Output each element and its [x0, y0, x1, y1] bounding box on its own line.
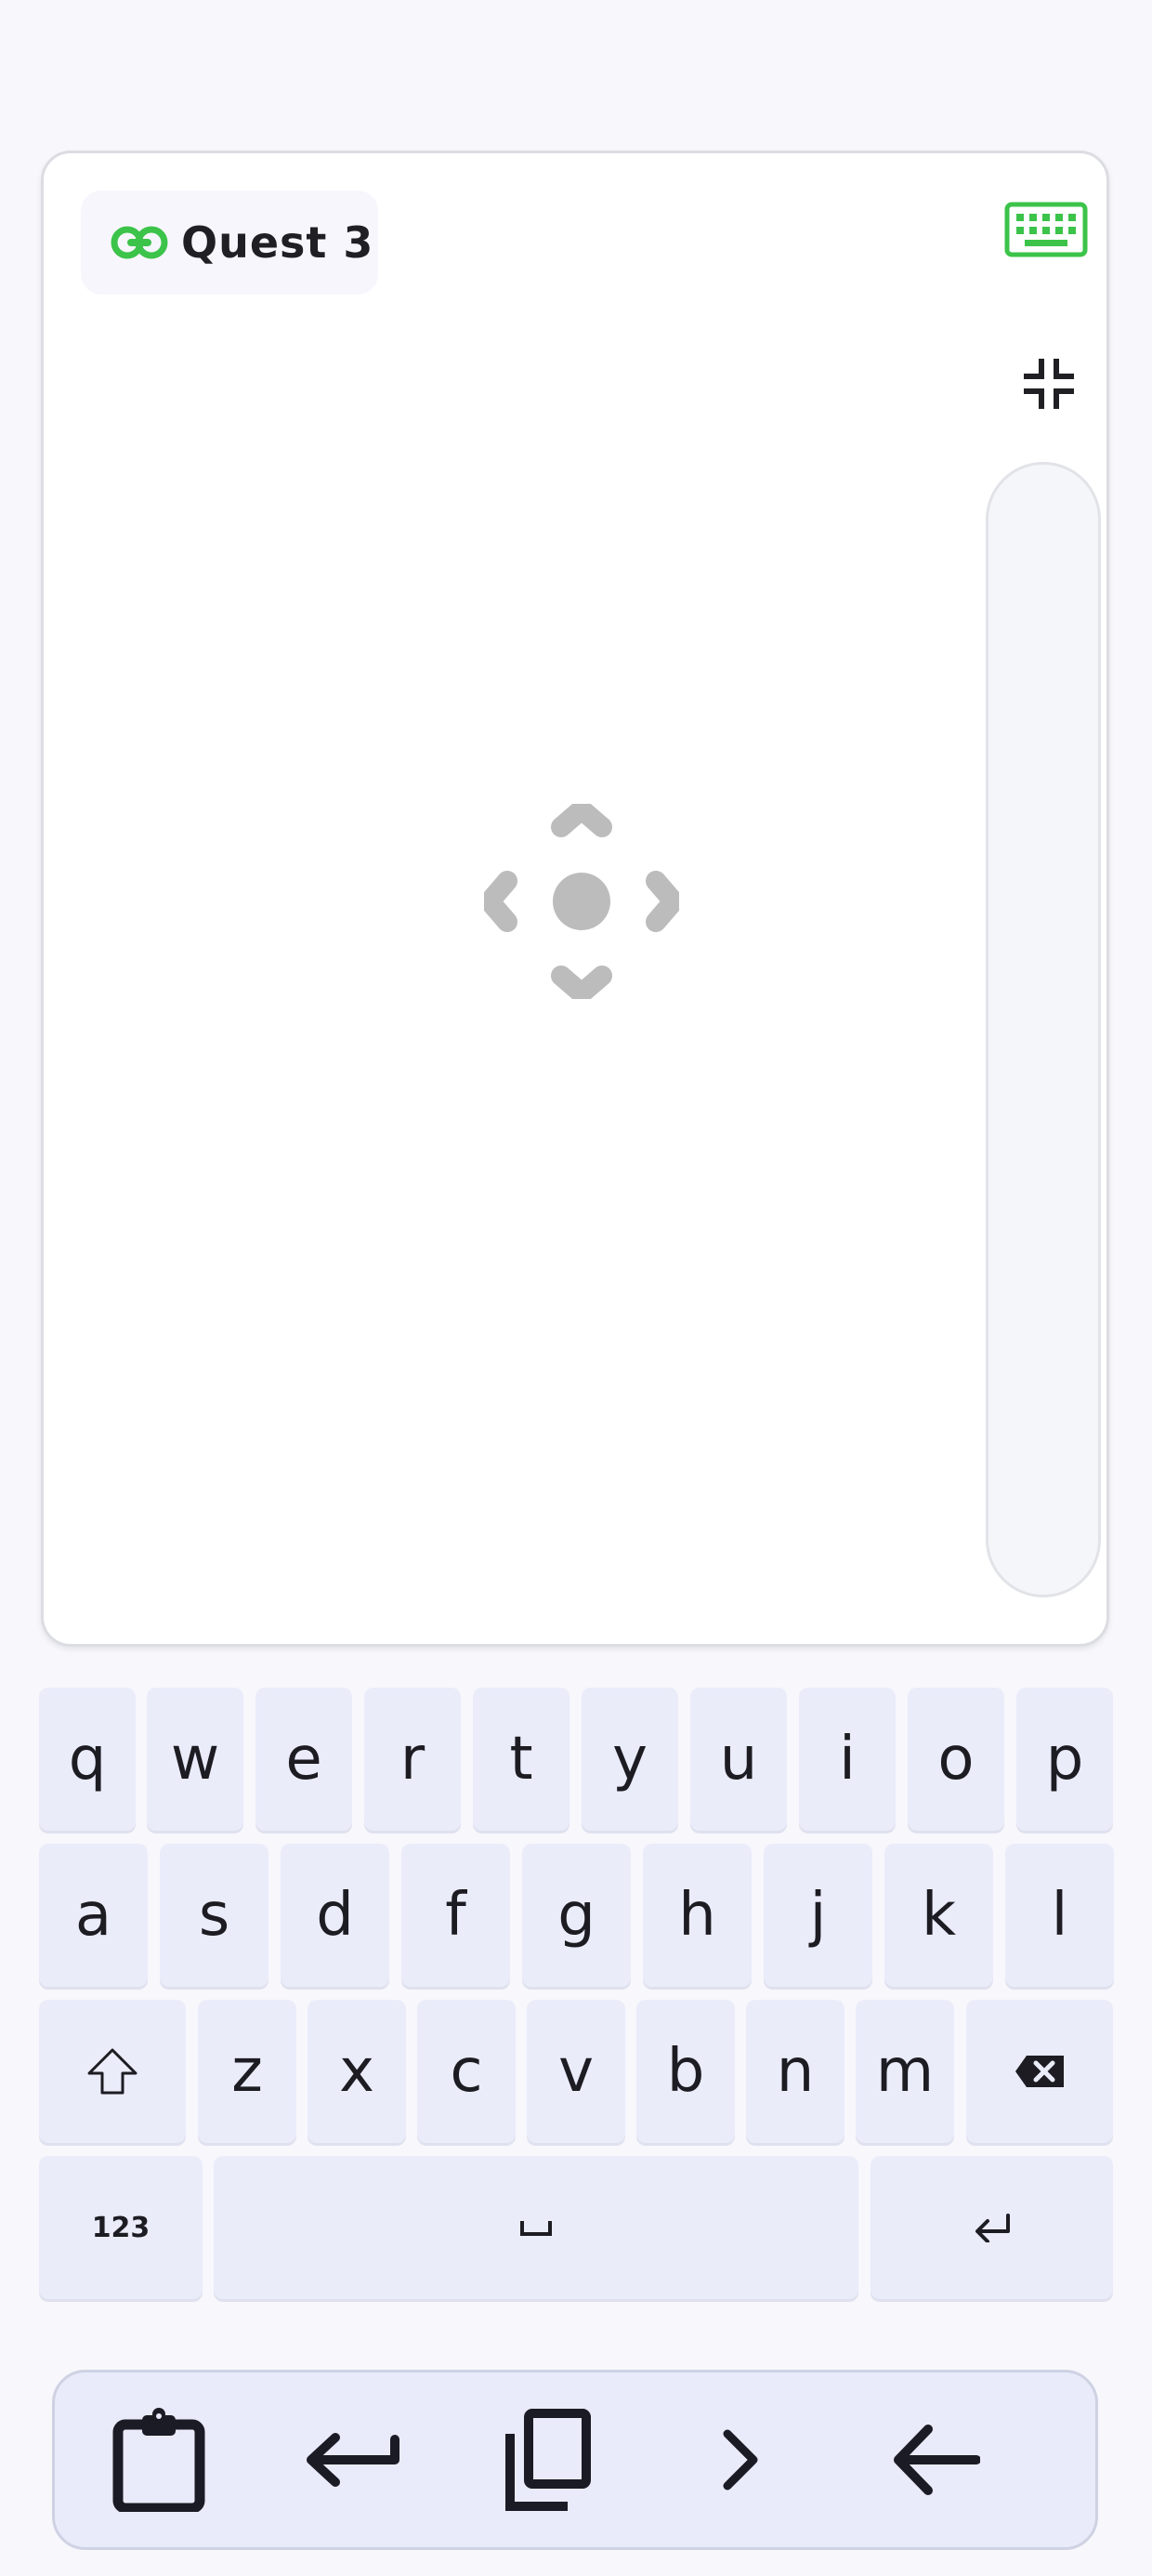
arrow-back-icon: [894, 2425, 980, 2495]
backspace-key[interactable]: [966, 2000, 1113, 2143]
fullscreen-exit-icon[interactable]: [1023, 358, 1075, 410]
space-bar-icon: [520, 2221, 552, 2236]
copy-icon: [505, 2409, 591, 2511]
key-j[interactable]: j: [764, 1844, 872, 1987]
device-name: Quest 3: [181, 217, 374, 268]
space-key[interactable]: [214, 2156, 858, 2299]
enter-button[interactable]: [300, 2408, 404, 2512]
key-v[interactable]: v: [527, 2000, 625, 2143]
chevron-right-icon: [723, 2429, 758, 2491]
enter-icon: [975, 2214, 1010, 2242]
key-w[interactable]: w: [147, 1688, 243, 1831]
key-y[interactable]: y: [582, 1688, 678, 1831]
numbers-key[interactable]: 123: [39, 2156, 203, 2299]
key-p[interactable]: p: [1016, 1688, 1113, 1831]
key-f[interactable]: f: [401, 1844, 510, 1987]
key-x[interactable]: x: [308, 2000, 406, 2143]
enter-key[interactable]: [871, 2156, 1113, 2299]
key-n[interactable]: n: [746, 2000, 844, 2143]
key-c[interactable]: c: [417, 2000, 516, 2143]
key-k[interactable]: k: [884, 1844, 993, 1987]
enter-icon: [307, 2433, 399, 2487]
key-u[interactable]: u: [690, 1688, 787, 1831]
key-s[interactable]: s: [160, 1844, 268, 1987]
shift-icon: [87, 2048, 137, 2095]
key-r[interactable]: r: [364, 1688, 461, 1831]
copy-button[interactable]: [495, 2408, 599, 2512]
clipboard-icon: [112, 2408, 205, 2512]
key-g[interactable]: g: [522, 1844, 631, 1987]
key-a[interactable]: a: [39, 1844, 148, 1987]
scroll-track[interactable]: [986, 462, 1101, 1597]
key-h[interactable]: h: [643, 1844, 752, 1987]
link-icon: [111, 226, 168, 259]
key-e[interactable]: e: [255, 1688, 352, 1831]
key-b[interactable]: b: [636, 2000, 735, 2143]
move-arrows-icon: [484, 804, 679, 999]
shift-key[interactable]: [39, 2000, 186, 2143]
key-t[interactable]: t: [473, 1688, 569, 1831]
key-q[interactable]: q: [39, 1688, 136, 1831]
key-m[interactable]: m: [856, 2000, 954, 2143]
key-z[interactable]: z: [198, 2000, 296, 2143]
key-d[interactable]: d: [281, 1844, 389, 1987]
next-button[interactable]: [688, 2408, 792, 2512]
key-o[interactable]: o: [908, 1688, 1004, 1831]
keyboard-icon[interactable]: [1004, 202, 1088, 257]
device-chip[interactable]: Quest 3: [81, 191, 378, 295]
back-button[interactable]: [884, 2408, 988, 2512]
remote-control-panel: Quest 3: [41, 151, 1109, 1647]
key-l[interactable]: l: [1005, 1844, 1114, 1987]
paste-button[interactable]: [107, 2408, 211, 2512]
key-i[interactable]: i: [799, 1688, 896, 1831]
bottom-toolbar: [52, 2370, 1098, 2550]
backspace-icon: [1015, 2056, 1064, 2087]
